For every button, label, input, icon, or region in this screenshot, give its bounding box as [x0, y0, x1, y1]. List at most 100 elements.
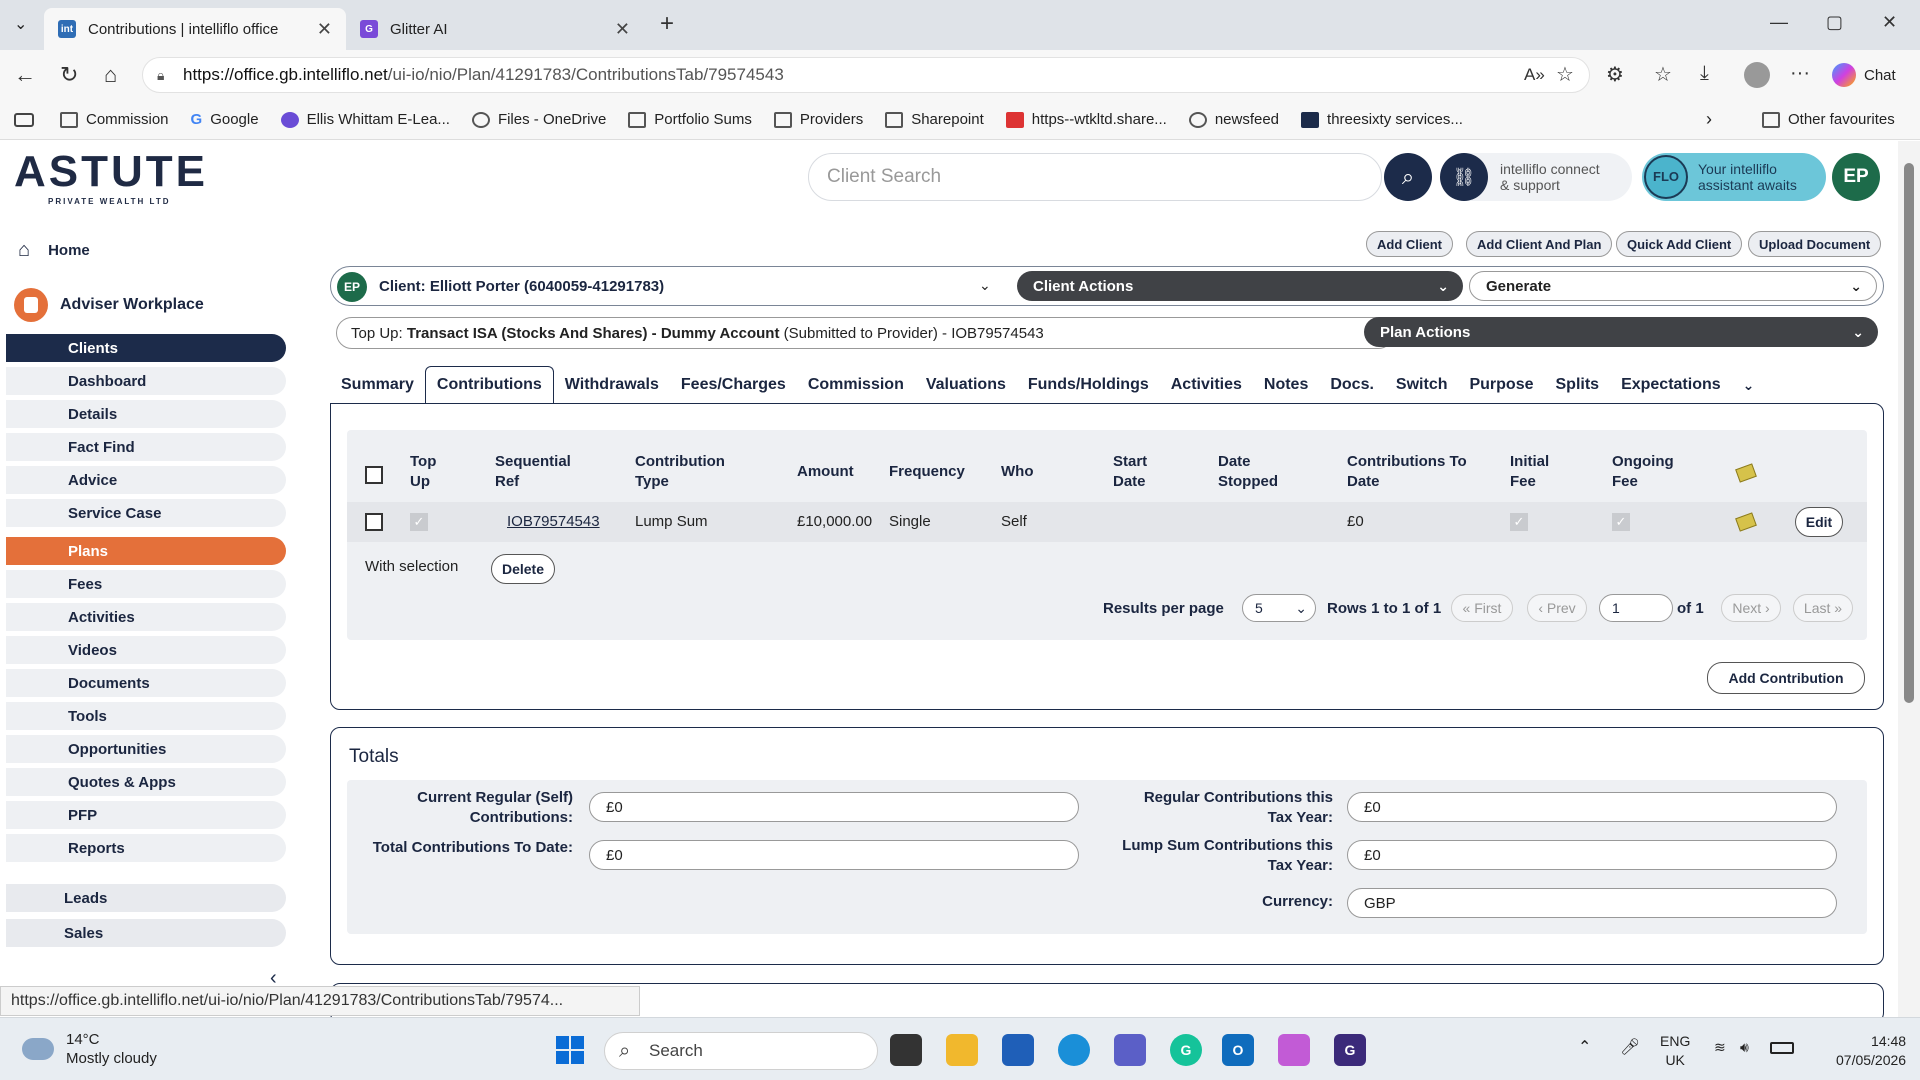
- tab-activities[interactable]: Activities: [1160, 366, 1253, 404]
- sidebar-group-leads[interactable]: Leads: [6, 884, 286, 912]
- minimize-icon[interactable]: —: [1770, 12, 1788, 33]
- volume-icon[interactable]: 🔊︎: [1740, 1038, 1749, 1057]
- sidebar-item-opportunities[interactable]: Opportunities: [6, 735, 286, 763]
- sidebar-item-advice[interactable]: Advice: [6, 466, 286, 494]
- close-tab-icon[interactable]: ✕: [317, 19, 332, 40]
- store-icon[interactable]: [1002, 1034, 1034, 1066]
- maximize-icon[interactable]: ▢: [1826, 12, 1843, 33]
- bookmark-providers[interactable]: Providers: [773, 111, 863, 128]
- add-contribution-button[interactable]: Add Contribution: [1707, 662, 1865, 694]
- tab-fees-charges[interactable]: Fees/Charges: [670, 366, 797, 404]
- bookmark-threesixty[interactable]: threesixty services...: [1301, 111, 1463, 128]
- sidebar-item-plans[interactable]: Plans: [6, 537, 286, 565]
- teams-icon[interactable]: [1114, 1034, 1146, 1066]
- show-hidden-icons[interactable]: ⌃: [1578, 1038, 1591, 1057]
- tab-contributions[interactable]: Contributions: [424, 366, 554, 404]
- page-number-input[interactable]: 1: [1599, 594, 1673, 622]
- bookmark-newsfeed[interactable]: newsfeed: [1188, 111, 1279, 128]
- more-options-icon[interactable]: ···: [1790, 62, 1810, 85]
- delete-note-icon[interactable]: [1735, 512, 1757, 532]
- quick-add-client-button[interactable]: Quick Add Client: [1616, 231, 1743, 257]
- tab-summary[interactable]: Summary: [330, 366, 425, 404]
- sidebar-item-details[interactable]: Details: [6, 400, 286, 428]
- user-avatar[interactable]: EP: [1832, 153, 1880, 201]
- tab-purpose[interactable]: Purpose: [1458, 366, 1544, 404]
- sidebar-item-clients[interactable]: Clients: [6, 334, 286, 362]
- back-icon[interactable]: ←: [14, 62, 36, 88]
- home-icon[interactable]: ⌂: [104, 62, 117, 88]
- row-select-checkbox[interactable]: [365, 513, 383, 531]
- sidebar-item-pfp[interactable]: PFP: [6, 801, 286, 829]
- start-icon[interactable]: [556, 1036, 584, 1064]
- cell-sequential-ref[interactable]: IOB79574543: [507, 513, 600, 530]
- favorites-icon[interactable]: ☆: [1654, 62, 1672, 87]
- bookmark-sharepoint[interactable]: Sharepoint: [885, 111, 984, 128]
- first-page-button[interactable]: « First: [1451, 594, 1513, 622]
- tab-commission[interactable]: Commission: [797, 366, 915, 404]
- tab-withdrawals[interactable]: Withdrawals: [554, 366, 670, 404]
- client-dropdown-chevron-icon[interactable]: ⌄: [979, 277, 991, 294]
- bookmark-other-favourites[interactable]: Other favourites: [1762, 111, 1895, 128]
- bookmark-google[interactable]: G Google: [191, 111, 259, 128]
- outlook-icon[interactable]: O: [1222, 1034, 1254, 1066]
- sidebar-item-quotes-apps[interactable]: Quotes & Apps: [6, 768, 286, 796]
- task-view-icon[interactable]: [890, 1034, 922, 1066]
- sidebar-item-dashboard[interactable]: Dashboard: [6, 367, 286, 395]
- add-client-button[interactable]: Add Client: [1366, 231, 1453, 257]
- tab-glitter-ai[interactable]: G Glitter AI ✕: [346, 8, 644, 50]
- scrollbar-thumb[interactable]: [1904, 163, 1914, 703]
- read-aloud-icon[interactable]: A»: [1524, 65, 1545, 85]
- close-window-icon[interactable]: ✕: [1882, 12, 1897, 33]
- results-per-page-select[interactable]: 5 ⌄: [1242, 594, 1316, 622]
- glitter-app-icon[interactable]: G: [1334, 1034, 1366, 1066]
- generate-select[interactable]: Generate ⌄: [1469, 271, 1877, 301]
- sidebar-item-service-case[interactable]: Service Case: [6, 499, 286, 527]
- microphone-icon[interactable]: 🎤︎: [1620, 1038, 1640, 1057]
- bookmark-onedrive[interactable]: Files - OneDrive: [471, 111, 606, 128]
- next-page-button[interactable]: Next ›: [1721, 594, 1781, 622]
- grammarly-icon[interactable]: G: [1170, 1034, 1202, 1066]
- close-tab-icon[interactable]: ✕: [615, 19, 630, 40]
- page-scrollbar[interactable]: [1898, 141, 1920, 1017]
- url-input[interactable]: 🔒︎ https://office.gb.intelliflo.net/ui-i…: [142, 57, 1590, 93]
- wifi-icon[interactable]: ≋: [1714, 1038, 1726, 1057]
- tab-list-chevron-icon[interactable]: ⌄: [14, 14, 27, 34]
- file-explorer-icon[interactable]: [946, 1034, 978, 1066]
- bookmarks-more-icon[interactable]: ›: [1706, 109, 1712, 130]
- edge-icon[interactable]: [1058, 1034, 1090, 1066]
- tab-splits[interactable]: Splits: [1545, 366, 1611, 404]
- sidebar-item-fees[interactable]: Fees: [6, 570, 286, 598]
- language-indicator[interactable]: ENG UK: [1660, 1032, 1690, 1070]
- intelliflo-connect-button[interactable]: ⛓ intelliflo connect & support: [1440, 153, 1632, 201]
- bookmark-portfolio-sums[interactable]: Portfolio Sums: [628, 111, 752, 128]
- bookmark-wtkltd[interactable]: https--wtkltd.share...: [1005, 111, 1167, 128]
- sidebar-item-videos[interactable]: Videos: [6, 636, 286, 664]
- sidebar-group-sales[interactable]: Sales: [6, 919, 286, 947]
- client-actions-select[interactable]: Client Actions ⌄: [1017, 271, 1463, 301]
- snipping-tool-icon[interactable]: [1278, 1034, 1310, 1066]
- sidebar-adviser-workplace[interactable]: Adviser Workplace: [14, 288, 204, 322]
- tab-funds-holdings[interactable]: Funds/Holdings: [1017, 366, 1160, 404]
- flo-assistant-button[interactable]: FLO Your intelliflo assistant awaits: [1642, 153, 1826, 201]
- sidebar-home[interactable]: ⌂ Home: [18, 239, 90, 262]
- tab-docs[interactable]: Docs.: [1319, 366, 1385, 404]
- reading-list-icon[interactable]: [14, 112, 34, 127]
- battery-icon[interactable]: [1770, 1042, 1794, 1054]
- copilot-chat-button[interactable]: Chat: [1832, 60, 1896, 90]
- clock[interactable]: 14:48 07/05/2026: [1836, 1032, 1906, 1070]
- last-page-button[interactable]: Last »: [1793, 594, 1853, 622]
- tab-notes[interactable]: Notes: [1253, 366, 1319, 404]
- tab-contributions[interactable]: int Contributions | intelliflo office ✕: [44, 8, 346, 50]
- plan-actions-select[interactable]: Plan Actions ⌄: [1364, 317, 1878, 347]
- delete-button[interactable]: Delete: [491, 554, 555, 584]
- tab-expectations[interactable]: Expectations: [1610, 366, 1732, 404]
- profile-avatar[interactable]: [1744, 62, 1770, 88]
- weather-widget[interactable]: 14°C Mostly cloudy: [22, 1030, 157, 1068]
- sidebar-item-documents[interactable]: Documents: [6, 669, 286, 697]
- prev-page-button[interactable]: ‹ Prev: [1527, 594, 1587, 622]
- bookmark-ellis-whittam[interactable]: Ellis Whittam E-Lea...: [280, 111, 450, 128]
- edit-button[interactable]: Edit: [1795, 507, 1843, 537]
- upload-document-button[interactable]: Upload Document: [1748, 231, 1882, 257]
- select-all-checkbox[interactable]: [365, 466, 383, 484]
- sidebar-item-fact-find[interactable]: Fact Find: [6, 433, 286, 461]
